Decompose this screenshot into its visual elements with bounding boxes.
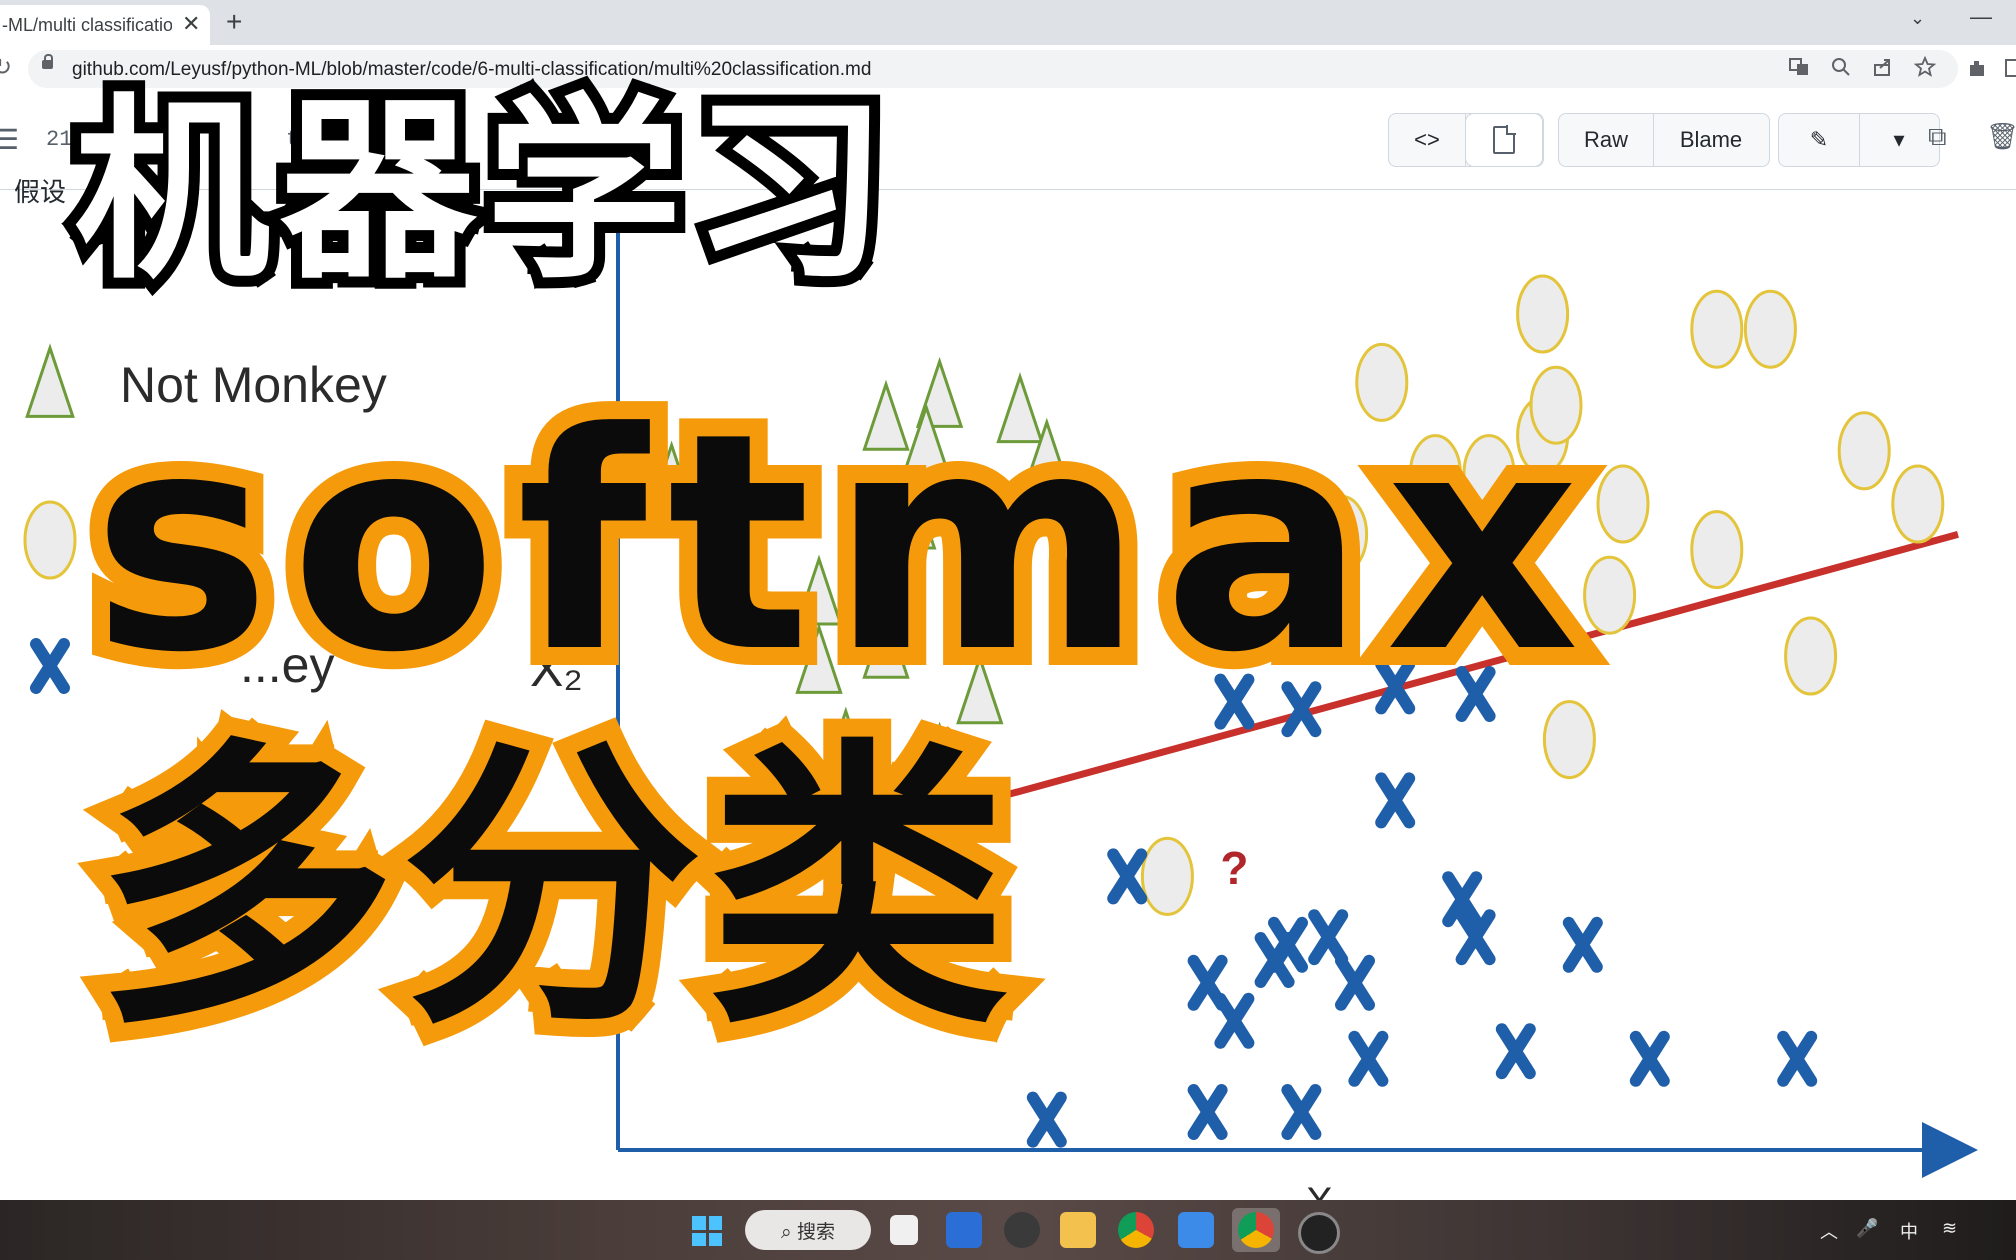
cross-point <box>1348 1030 1389 1087</box>
overlay-title: 机器学习 <box>63 78 899 306</box>
mic-icon[interactable]: 🎤 <box>1856 1218 1878 1239</box>
side-panel-icon[interactable] <box>2004 57 2016 85</box>
ellipse-point <box>1837 411 1891 491</box>
app-hexagon-icon[interactable] <box>1004 1212 1040 1248</box>
store-icon[interactable] <box>946 1212 982 1248</box>
task-view-icon[interactable] <box>890 1215 918 1245</box>
code-view-button[interactable]: <> <box>1389 114 1466 166</box>
ellipse-point <box>1784 616 1838 696</box>
minimize-icon[interactable]: — <box>1970 4 1992 30</box>
browser-tab[interactable]: -ML/multi classification ✕ <box>0 5 210 45</box>
lock-icon[interactable] <box>42 54 53 69</box>
view-toggle-group: <> <box>1388 113 1544 167</box>
recorder-icon[interactable] <box>1298 1212 1340 1254</box>
cross-point <box>1629 1030 1670 1087</box>
legend-cross-marker <box>30 638 70 694</box>
unknown-point-label: ? <box>1220 842 1248 894</box>
ellipse-point <box>1596 464 1650 544</box>
cross-point <box>1214 992 1255 1049</box>
overlay-subtitle: 多分类 <box>78 715 1026 1064</box>
cross-point <box>1107 848 1148 905</box>
cross-point <box>1308 909 1349 966</box>
translate-icon[interactable] <box>1788 56 1810 84</box>
hamburger-icon[interactable]: ☰ <box>0 123 19 156</box>
ellipse-point <box>1516 274 1570 354</box>
reload-icon[interactable]: ↻ <box>0 53 12 82</box>
cross-point <box>1026 1091 1067 1148</box>
wifi-icon[interactable]: ≋ <box>1942 1218 1957 1239</box>
tab-list-icon[interactable]: ⌄ <box>1910 8 1925 29</box>
chevron-down-icon: ▾ <box>1893 127 1905 152</box>
edit-group: ✎ ▾ <box>1778 113 1940 167</box>
tab-bar: -ML/multi classification ✕ + ⌄ — <box>0 0 2016 45</box>
legend-triangle-marker <box>25 343 75 418</box>
file-icon <box>1493 125 1516 154</box>
tab-close-icon[interactable]: ✕ <box>182 11 200 37</box>
code-icon: <> <box>1414 127 1440 152</box>
legend-ellipse-marker <box>23 500 77 580</box>
raw-button[interactable]: Raw <box>1559 114 1654 166</box>
ellipse-point <box>1891 464 1945 544</box>
share-icon[interactable] <box>1872 56 1894 84</box>
cross-point <box>1777 1030 1818 1087</box>
taskbar-search[interactable]: ⌕ 搜索 <box>745 1210 871 1250</box>
tray-overflow-icon[interactable]: ︿ <box>1820 1218 1838 1244</box>
new-tab-icon[interactable]: + <box>226 6 242 38</box>
cross-point <box>1495 1023 1536 1080</box>
tab-title[interactable]: -ML/multi classification <box>2 15 172 36</box>
trash-icon[interactable]: 🗑 <box>1986 121 2016 152</box>
ime-indicator[interactable]: 中 <box>1900 1218 1918 1244</box>
cross-point <box>1281 1084 1322 1140</box>
extensions-icon[interactable] <box>1966 57 1988 85</box>
ellipse-point <box>1743 289 1797 369</box>
pencil-icon: ✎ <box>1809 127 1829 152</box>
overlay-softmax: softmax <box>74 369 1600 718</box>
ellipse-point <box>1140 836 1194 916</box>
chrome-active-icon[interactable] <box>1232 1208 1280 1252</box>
cross-point <box>1187 1084 1228 1140</box>
cross-point <box>1375 772 1416 829</box>
cross-point <box>1562 916 1603 973</box>
edit-button[interactable]: ✎ <box>1779 114 1860 166</box>
raw-blame-group: Raw Blame <box>1558 113 1770 167</box>
taskbar: ⌕ 搜索 ︿ 🎤 中 ≋ <box>0 1200 2016 1260</box>
plot-legend <box>23 343 77 694</box>
ellipse-point <box>1690 289 1744 369</box>
bookmark-star-icon[interactable] <box>1913 55 1937 84</box>
chrome-icon[interactable] <box>1118 1212 1154 1248</box>
windows-start-icon[interactable] <box>692 1216 722 1246</box>
copy-icon[interactable]: ⧉ <box>1928 121 1947 153</box>
preview-button[interactable] <box>1466 114 1542 166</box>
edit-dropdown-button[interactable]: ▾ <box>1860 114 1938 166</box>
cross-point <box>1335 954 1375 1011</box>
blame-button[interactable]: Blame <box>1654 114 1768 166</box>
ellipse-point <box>1690 510 1744 590</box>
zoom-icon[interactable] <box>1830 56 1852 84</box>
mail-icon[interactable] <box>1178 1212 1214 1248</box>
file-explorer-icon[interactable] <box>1060 1212 1096 1248</box>
